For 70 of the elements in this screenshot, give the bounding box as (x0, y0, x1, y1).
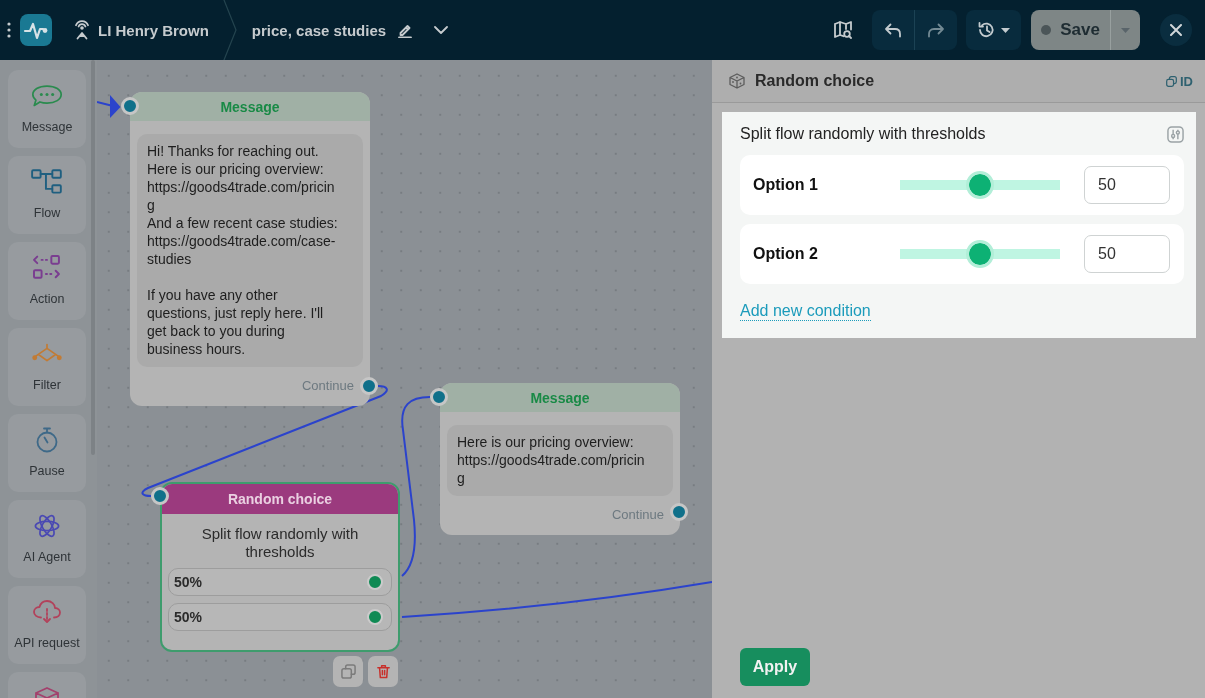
slider-thumb[interactable] (966, 171, 994, 199)
output-port-icon[interactable] (360, 377, 378, 395)
output-port-icon[interactable] (367, 574, 383, 590)
sidebar-item[interactable]: AI Agent (8, 500, 86, 578)
option-label: Option 2 (753, 245, 819, 263)
save-menu-button[interactable] (1111, 10, 1140, 50)
sidebar-item[interactable]: Flow (8, 156, 86, 234)
node-header: Random choice (162, 484, 398, 514)
chevron-down-icon[interactable] (434, 26, 449, 34)
node-description: Split flow randomly with thresholds (200, 525, 360, 561)
message-node[interactable] (130, 92, 370, 406)
random-choice-node[interactable]: Random choice Split flow randomly with thresholds 50% 50% (160, 482, 400, 652)
output-port-icon[interactable] (670, 503, 688, 521)
history-button[interactable] (966, 10, 1021, 50)
threshold-label: 50% (174, 609, 203, 625)
trash-icon (375, 664, 391, 679)
output-port-icon[interactable] (367, 609, 383, 625)
undo-button[interactable] (872, 10, 915, 50)
breadcrumb-separator (222, 0, 237, 60)
node-header: Message (440, 383, 680, 412)
slider-thumb[interactable] (966, 240, 994, 268)
entry-arrow (97, 95, 121, 118)
node-header: Message (130, 92, 370, 121)
sidebar-item[interactable]: Pause (8, 414, 86, 492)
chat-bubble-icon (30, 83, 64, 109)
close-button[interactable] (1160, 14, 1192, 46)
message-node[interactable]: Message Here is our pricing overview: https://goods4trade.com/pricing Continue (440, 383, 680, 535)
copy-id-button[interactable]: ID (1166, 73, 1193, 89)
status-dot-icon (1041, 25, 1052, 35)
flow-branch-icon (30, 169, 64, 195)
caret-icon (1001, 27, 1010, 33)
duplicate-button[interactable] (333, 656, 363, 687)
dice-icon (729, 73, 745, 89)
input-port-icon[interactable] (430, 388, 448, 406)
value-field[interactable]: 50 (1084, 235, 1170, 273)
pulse-logo-icon[interactable] (20, 14, 52, 46)
sidebar-item[interactable]: Filter (8, 328, 86, 406)
copy-icon (1166, 75, 1177, 87)
input-port-icon[interactable] (121, 97, 139, 115)
input-port-icon[interactable] (151, 487, 169, 505)
message-text: Hi! Thanks for reaching out. Here is our pricing overview: https://goods4trade.com/pricing And a few recent case studies: https://goods4trade.com/case-studies If you have any other questions, just reply here. I'll get back to you during business hours. (137, 134, 363, 367)
threshold-label: 50% (174, 574, 203, 590)
panel-title: Random choice (755, 72, 876, 90)
continue-label: Continue (611, 507, 664, 522)
redo-icon (927, 22, 945, 38)
caret-icon (1121, 27, 1130, 33)
bot-name[interactable]: LI Henry Brown (98, 21, 209, 39)
flow-name[interactable]: price, case studies (251, 21, 387, 39)
undo-icon (884, 22, 902, 38)
map-search-icon[interactable] (834, 21, 852, 39)
pencil-icon[interactable] (397, 22, 414, 38)
copy-icon (340, 664, 356, 679)
delete-button[interactable] (368, 656, 398, 687)
kebab-menu-icon[interactable] (7, 22, 11, 38)
card-description: Split flow randomly with thresholds (740, 125, 986, 143)
sliders-icon[interactable] (1167, 125, 1184, 143)
add-condition-link[interactable]: Add new condition (740, 301, 871, 321)
value-field[interactable]: 50 (1084, 166, 1170, 204)
sidebar-item[interactable]: API request (8, 586, 86, 664)
message-text: Here is our pricing overview: https://goods4trade.com/pricing (447, 425, 673, 496)
history-icon (977, 21, 995, 39)
close-icon (1170, 24, 1182, 36)
cloud-download-icon (30, 599, 64, 625)
option-label: Option 1 (753, 176, 819, 194)
antenna-icon (74, 20, 90, 40)
sidebar-item[interactable]: Message (8, 70, 86, 148)
sidebar-item[interactable]: Action (8, 242, 86, 320)
continue-label: Continue (301, 378, 354, 393)
flow-canvas[interactable] (97, 60, 712, 698)
apply-button[interactable]: Apply (740, 648, 810, 686)
